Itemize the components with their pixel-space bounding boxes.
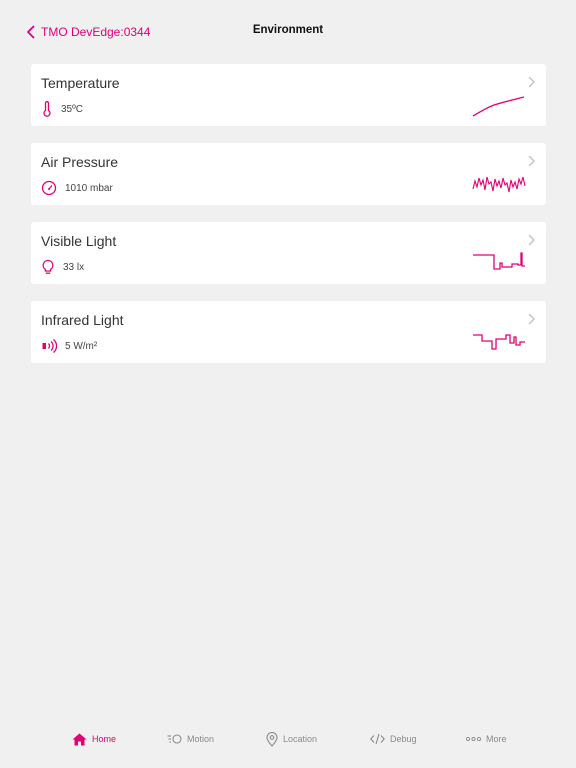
home-icon (72, 733, 87, 745)
tab-debug[interactable]: Debug (370, 729, 417, 749)
more-dots-icon (466, 736, 481, 742)
tab-location[interactable]: Location (266, 729, 317, 749)
card-visible-light[interactable]: Visible Light 33 lx (31, 222, 546, 284)
tab-label: Debug (390, 734, 417, 744)
air-pressure-sparkline (472, 176, 526, 193)
card-value: 1010 mbar (65, 182, 113, 194)
infrared-light-sparkline (473, 334, 525, 350)
card-title: Infrared Light (41, 312, 124, 328)
tab-label: More (486, 734, 507, 744)
chevron-right-icon (528, 155, 535, 167)
motion-icon (167, 734, 182, 744)
card-value: 33 lx (63, 261, 85, 273)
tab-label: Motion (187, 734, 215, 744)
navigation-bar: TMO DevEdge:0344 Environment (0, 0, 576, 64)
card-value-row: 35ºC (41, 100, 83, 118)
card-title: Temperature (41, 75, 120, 91)
card-infrared-light[interactable]: Infrared Light 5 W/m² (31, 301, 546, 363)
card-value: 5 W/m² (65, 340, 98, 352)
chevron-right-icon (528, 313, 535, 325)
tab-bar: Home Motion Location Debug More (0, 716, 576, 768)
thermometer-icon (43, 101, 51, 117)
tab-label: Home (92, 734, 117, 744)
code-icon (370, 733, 385, 745)
visible-light-sparkline (473, 252, 525, 270)
card-value-row: 1010 mbar (41, 179, 113, 197)
tab-more[interactable]: More (466, 729, 507, 749)
card-temperature[interactable]: Temperature 35ºC (31, 64, 546, 126)
chevron-right-icon (528, 76, 535, 88)
infrared-icon (42, 339, 57, 353)
tab-label: Location (283, 734, 318, 744)
location-pin-icon (266, 731, 278, 747)
chevron-right-icon (528, 234, 535, 246)
card-title: Air Pressure (41, 154, 119, 170)
gauge-icon (41, 180, 57, 196)
page-title: Environment (252, 24, 324, 36)
card-value-row: 5 W/m² (41, 337, 97, 355)
tab-motion[interactable]: Motion (167, 729, 214, 749)
card-value-row: 33 lx (41, 258, 84, 276)
card-value: 35ºC (61, 103, 83, 115)
sensor-list: Temperature 35ºC Air Pressure 1010 mbar (31, 64, 546, 380)
tab-home[interactable]: Home (72, 729, 116, 749)
card-title: Visible Light (41, 233, 117, 249)
temperature-sparkline (472, 96, 525, 117)
card-air-pressure[interactable]: Air Pressure 1010 mbar (31, 143, 546, 205)
lightbulb-icon (42, 259, 54, 274)
